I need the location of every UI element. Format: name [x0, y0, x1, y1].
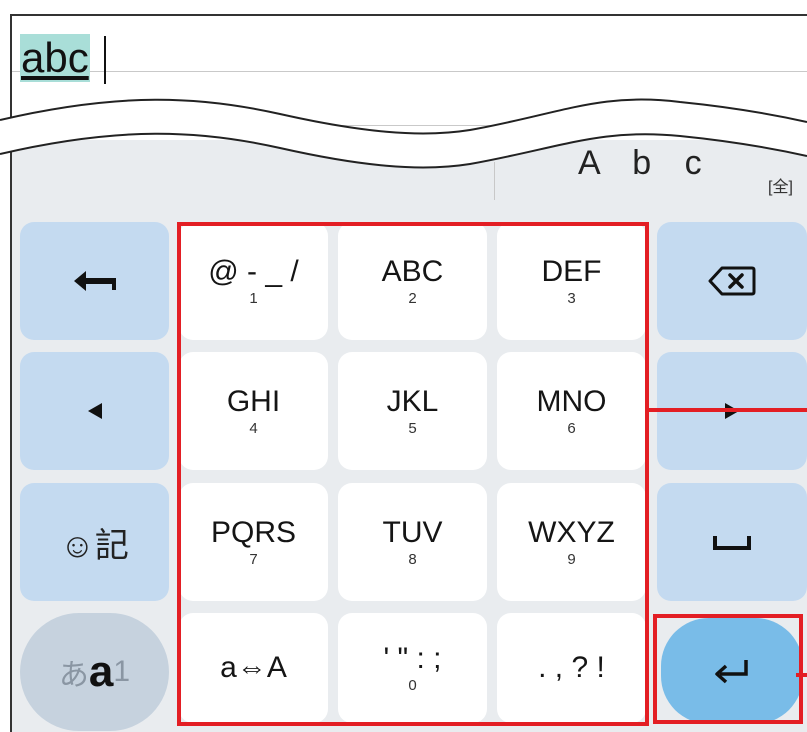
- emoji-symbol-label: ☺記: [60, 526, 129, 565]
- text-caret: [104, 36, 106, 84]
- highlight-box-main-keys: [177, 222, 649, 726]
- mode-number-label: 1: [113, 655, 131, 688]
- undo-key[interactable]: [20, 222, 169, 340]
- backspace-key[interactable]: [657, 222, 807, 340]
- highlight-box-enter-key: [653, 614, 803, 724]
- space-key[interactable]: [657, 483, 807, 601]
- mode-kana-label: あ: [58, 659, 89, 692]
- cursor-left-key[interactable]: [20, 352, 169, 470]
- mode-alpha-label: a: [88, 647, 114, 696]
- backspace-icon: [708, 266, 756, 296]
- input-mode-key[interactable]: あ a 1: [20, 613, 169, 731]
- undo-arrow-icon: [73, 271, 116, 291]
- torn-cut-decoration: [0, 98, 807, 169]
- highlight-connector-line: [796, 673, 807, 677]
- space-icon: [713, 536, 751, 550]
- highlight-connector-line: [649, 408, 807, 412]
- triangle-left-icon: [87, 403, 102, 419]
- emoji-symbol-key[interactable]: ☺記: [20, 483, 169, 601]
- composing-text: abc: [20, 34, 90, 82]
- ruled-line: [12, 71, 807, 72]
